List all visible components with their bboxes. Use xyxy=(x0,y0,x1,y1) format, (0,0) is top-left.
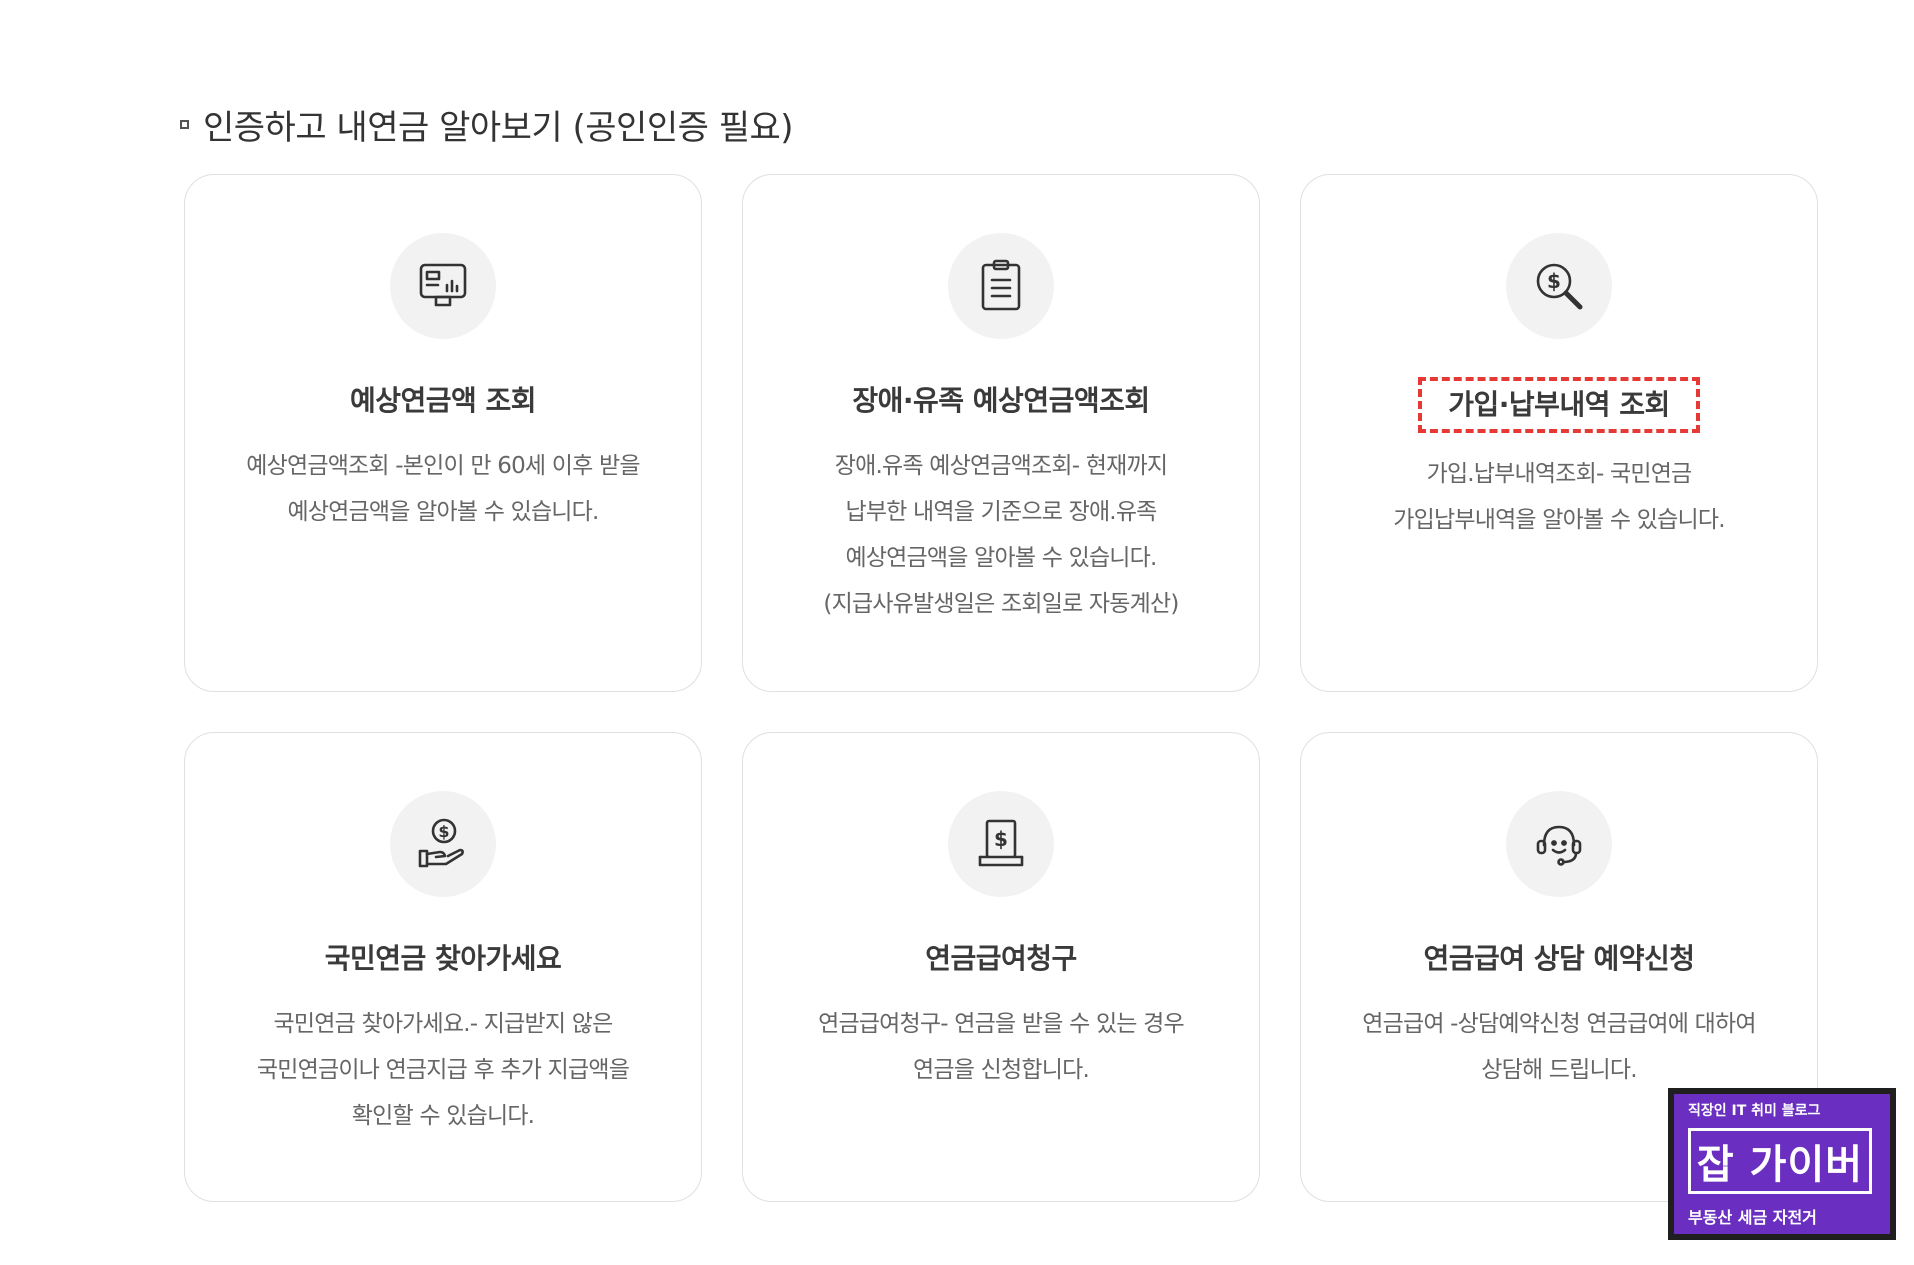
monitor-chart-icon xyxy=(419,263,467,307)
card-title: 장애·유족 예상연금액조회 xyxy=(852,384,1150,417)
card-title-highlighted: 가입·납부내역 조회 xyxy=(1418,377,1700,433)
hand-coin-icon: $ xyxy=(418,818,464,868)
card-title: 예상연금액 조회 xyxy=(349,384,537,417)
svg-text:$: $ xyxy=(1547,269,1561,293)
card-description: 연금급여 -상담예약신청 연금급여에 대하여 상담해 드립니다. xyxy=(1362,1011,1756,1083)
svg-text:$: $ xyxy=(438,822,449,841)
card-disability-survivor-pension[interactable]: 장애·유족 예상연금액조회 장애.유족 예상연금액조회- 현재까지 납부한 내역… xyxy=(742,174,1260,692)
card-title: 연금급여 상담 예약신청 xyxy=(1423,942,1695,975)
dollar-document-icon: $ xyxy=(978,819,1024,867)
section-title: 인증하고 내연금 알아보기 (공인인증 필요) xyxy=(203,108,794,148)
icon-circle: $ xyxy=(390,791,496,897)
card-expected-pension[interactable]: 예상연금액 조회 예상연금액조회 -본인이 만 60세 이후 받을 예상연금액을… xyxy=(184,174,702,692)
bullet-icon xyxy=(180,120,189,129)
icon-circle: $ xyxy=(948,791,1054,897)
card-title: 국민연금 찾아가세요 xyxy=(324,942,562,975)
card-description: 예상연금액조회 -본인이 만 60세 이후 받을 예상연금액을 알아볼 수 있습… xyxy=(246,453,640,525)
section-heading: 인증하고 내연금 알아보기 (공인인증 필요) xyxy=(180,100,794,149)
blog-watermark-badge: 직장인 IT 취미 블로그 잡 가이버 부동산 세금 자전거 xyxy=(1668,1088,1896,1240)
headset-icon xyxy=(1536,825,1582,866)
card-description: 연금급여청구- 연금을 받을 수 있는 경우 연금을 신청합니다. xyxy=(818,1011,1185,1083)
icon-circle xyxy=(948,233,1054,339)
clipboard-icon xyxy=(981,259,1021,311)
service-card-grid: 예상연금액 조회 예상연금액조회 -본인이 만 60세 이후 받을 예상연금액을… xyxy=(184,174,1818,1202)
card-description: 가입.납부내역조회- 국민연금 가입납부내역을 알아볼 수 있습니다. xyxy=(1393,461,1725,533)
badge-subtitle: 부동산 세금 자전거 xyxy=(1688,1208,1817,1227)
badge-logo-text: 잡 가이버 xyxy=(1688,1128,1872,1194)
dollar-search-icon: $ xyxy=(1536,263,1583,310)
card-description: 장애.유족 예상연금액조회- 현재까지 납부한 내역을 기준으로 장애.유족 예… xyxy=(823,453,1179,617)
badge-tagline: 직장인 IT 취미 블로그 xyxy=(1688,1103,1821,1119)
card-description: 국민연금 찾아가세요.- 지급받지 않은 국민연금이나 연금지급 후 추가 지급… xyxy=(256,1011,630,1129)
card-title: 연금급여청구 xyxy=(925,942,1077,975)
icon-circle xyxy=(1506,791,1612,897)
svg-text:$: $ xyxy=(994,827,1008,851)
icon-circle: $ xyxy=(1506,233,1612,339)
card-subscription-payment-history[interactable]: $ 가입·납부내역 조회 가입.납부내역조회- 국민연금 가입납부내역을 알아볼… xyxy=(1300,174,1818,692)
icon-circle xyxy=(390,233,496,339)
card-pension-benefit-claim[interactable]: $ 연금급여청구 연금급여청구- 연금을 받을 수 있는 경우 연금을 신청합니… xyxy=(742,732,1260,1202)
card-find-pension[interactable]: $ 국민연금 찾아가세요 국민연금 찾아가세요.- 지급받지 않은 국민연금이나… xyxy=(184,732,702,1202)
